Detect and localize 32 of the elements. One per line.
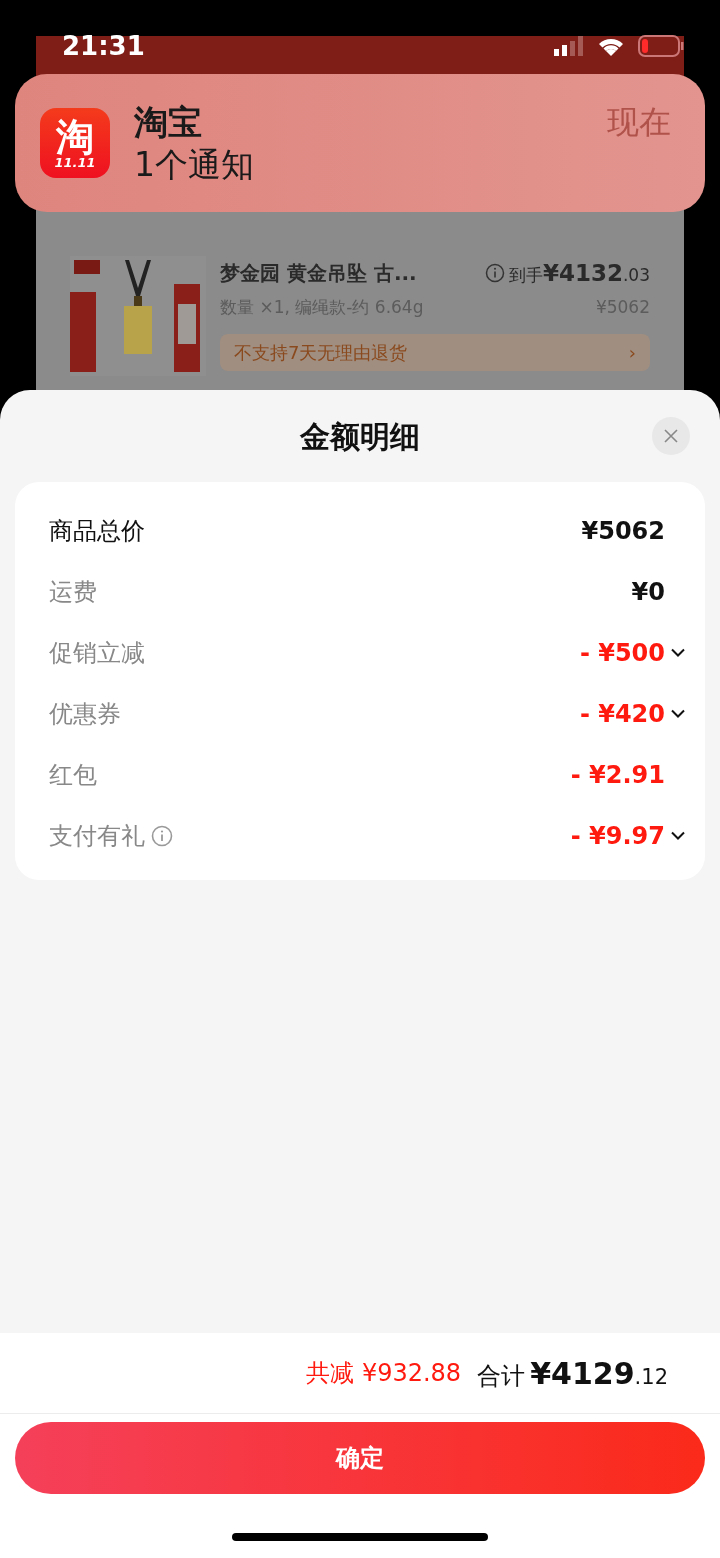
info-icon[interactable] bbox=[151, 824, 173, 847]
notification-banner[interactable]: 淘 11.11 淘宝 1个通知 现在 bbox=[15, 74, 705, 212]
row-label: 运费 bbox=[49, 576, 97, 608]
row-label: 商品总价 bbox=[49, 515, 145, 547]
return-policy-notice[interactable]: 不支持7天无理由退货 › bbox=[220, 334, 650, 371]
row-label: 支付有礼 bbox=[49, 820, 145, 852]
row-label: 红包 bbox=[49, 759, 97, 791]
notification-time: 现在 bbox=[607, 102, 671, 143]
chevron-down-icon[interactable] bbox=[671, 831, 685, 840]
row-label: 促销立减 bbox=[49, 637, 145, 669]
total-saving: 共减 ¥932.88 bbox=[306, 1358, 462, 1389]
final-price: 到手¥4132.03 bbox=[508, 259, 650, 288]
row-label: 优惠券 bbox=[49, 698, 121, 730]
status-time: 21:31 bbox=[62, 29, 145, 63]
chevron-down-icon[interactable] bbox=[671, 648, 685, 657]
row-amount: - ¥500 bbox=[579, 637, 665, 669]
row-amount: - ¥420 bbox=[579, 698, 665, 730]
row-amount: - ¥2.91 bbox=[570, 759, 665, 791]
info-icon[interactable] bbox=[484, 263, 505, 284]
signal-icon bbox=[554, 36, 584, 56]
app-icon: 淘 11.11 bbox=[40, 108, 110, 178]
product-title: 梦金园 黄金吊坠 古... bbox=[220, 260, 417, 288]
close-icon bbox=[664, 429, 678, 443]
chevron-down-icon[interactable] bbox=[671, 709, 685, 718]
notification-message: 1个通知 bbox=[134, 143, 254, 185]
row-amount: ¥0 bbox=[631, 576, 665, 608]
notification-app: 淘宝 bbox=[134, 101, 203, 144]
row-amount: - ¥9.97 bbox=[570, 820, 665, 852]
total-amount: 合计 ¥4129.12 bbox=[477, 1354, 668, 1393]
row-amount: ¥5062 bbox=[581, 515, 665, 547]
sheet-title: 金额明细 bbox=[300, 417, 420, 456]
confirm-button[interactable]: 确定 bbox=[15, 1422, 705, 1494]
